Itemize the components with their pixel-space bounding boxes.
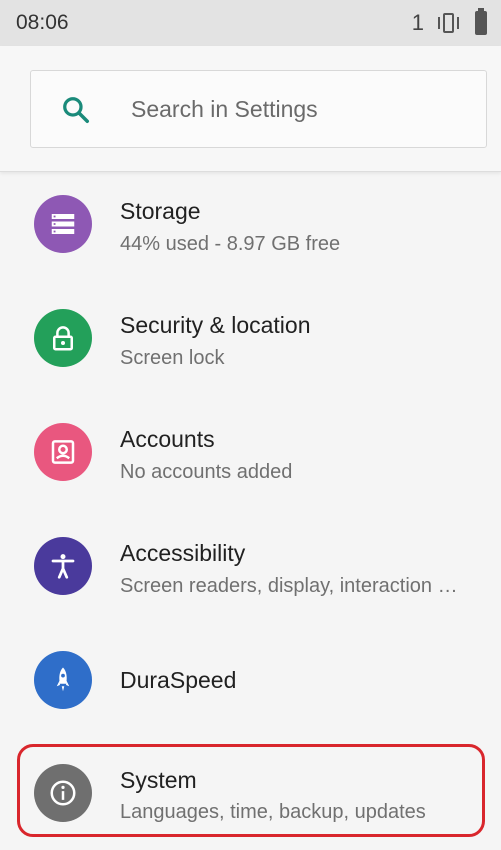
settings-item-duraspeed[interactable]: DuraSpeed	[0, 626, 501, 726]
storage-icon	[34, 195, 92, 253]
search-box[interactable]	[30, 70, 487, 148]
battery-icon	[475, 8, 487, 35]
search-icon	[63, 97, 89, 123]
item-subtitle: 44% used - 8.97 GB free	[120, 233, 341, 255]
lock-icon	[34, 309, 92, 367]
status-time: 08:06	[16, 11, 69, 34]
settings-item-accessibility[interactable]: Accessibility Screen readers, display, i…	[0, 512, 501, 612]
item-subtitle: Screen readers, display, interaction …	[120, 575, 458, 597]
vibrate-icon	[438, 13, 459, 33]
item-subtitle: Screen lock	[120, 347, 225, 369]
item-subtitle: No accounts added	[120, 461, 293, 483]
rocket-icon	[34, 651, 92, 709]
item-title: Accessibility	[120, 540, 246, 566]
item-title: Accounts	[120, 426, 215, 452]
item-title: DuraSpeed	[120, 667, 237, 693]
account-icon	[34, 423, 92, 481]
accessibility-icon	[34, 537, 92, 595]
settings-item-storage[interactable]: Storage 44% used - 8.97 GB free	[0, 172, 501, 272]
search-input[interactable]	[131, 71, 471, 147]
item-title: Storage	[120, 198, 201, 224]
settings-item-accounts[interactable]: Accounts No accounts added	[0, 398, 501, 498]
search-bar-area	[0, 46, 501, 172]
item-title: Security & location	[120, 312, 311, 338]
status-bar: 08:06 1	[0, 0, 501, 46]
highlight-annotation	[17, 744, 485, 837]
notification-count: 1	[411, 10, 424, 35]
status-icons: 1	[411, 8, 487, 36]
settings-item-security[interactable]: Security & location Screen lock	[0, 284, 501, 384]
